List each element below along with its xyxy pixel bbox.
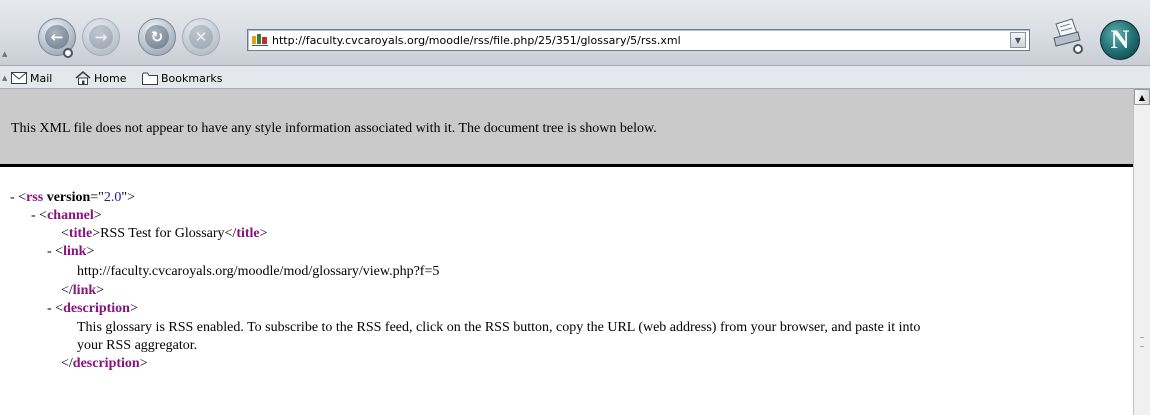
xml-link-close: </link> (61, 283, 105, 298)
xml-title-text: RSS Test for Glossary (100, 226, 225, 241)
xml-rss-open: - <rss version="2.0"> (10, 190, 136, 205)
page-content: This XML file does not appear to have an… (0, 89, 1133, 415)
xml-tag-name: description (63, 301, 130, 316)
netscape-throbber-icon[interactable]: N (1100, 20, 1140, 60)
bookmarks-folder-icon (142, 72, 158, 85)
collapse-toggle[interactable]: - (47, 244, 52, 259)
mail-icon (11, 72, 27, 84)
vertical-scrollbar[interactable]: ▲ (1133, 89, 1150, 415)
mail-label: Mail (30, 71, 53, 85)
xml-style-notice: This XML file does not appear to have an… (0, 89, 1133, 167)
xml-description-open: - <description> (47, 301, 138, 316)
collapse-toggle[interactable]: - (47, 301, 52, 316)
xml-tag-name: link (63, 244, 87, 259)
back-arrow-icon: ← (45, 25, 69, 49)
reload-button[interactable]: ↻ (138, 18, 176, 56)
personal-toolbar-grip-icon[interactable]: ▲ (2, 74, 10, 82)
xml-link-text: http://faculty.cvcaroyals.org/moodle/mod… (77, 264, 440, 279)
collapse-toggle[interactable]: - (10, 190, 15, 205)
page-favicon-icon (252, 33, 268, 47)
print-button[interactable] (1050, 16, 1084, 56)
bookmarks-label: Bookmarks (161, 71, 223, 85)
xml-attribute-name: version (46, 190, 91, 205)
xml-attribute-value: 2.0 (103, 190, 122, 205)
url-input[interactable] (272, 31, 1010, 49)
navigation-toolbar: ▲ ← → ↻ ✕ ▼ N (0, 0, 1150, 66)
collapse-toggle[interactable]: - (31, 208, 36, 223)
xml-style-notice-text: This XML file does not appear to have an… (11, 121, 657, 136)
xml-title-element: <title>RSS Test for Glossary</title> (61, 226, 268, 241)
home-label: Home (94, 71, 127, 85)
xml-description-text-line-1: This glossary is RSS enabled. To subscri… (77, 320, 921, 335)
home-icon (75, 71, 91, 85)
forward-arrow-icon: → (89, 25, 113, 49)
xml-tag-name: description (72, 356, 140, 371)
xml-link-open: - <link> (47, 244, 95, 259)
print-icon (1053, 18, 1083, 54)
xml-tag-name: title (68, 226, 93, 241)
xml-description-close: </description> (61, 356, 148, 371)
personal-toolbar: ▲ Mail Home Bookmarks (0, 66, 1150, 89)
home-button[interactable]: Home (75, 70, 126, 86)
xml-tag-name: rss (26, 190, 44, 205)
throbber-letter: N (1110, 25, 1130, 54)
toolbar-grip-icon[interactable]: ▲ (2, 50, 10, 58)
bookmarks-button[interactable]: Bookmarks (142, 70, 222, 86)
xml-tag-name: title (236, 226, 260, 241)
stop-button[interactable]: ✕ (182, 18, 220, 56)
stop-icon: ✕ (189, 25, 213, 49)
address-bar[interactable]: ▼ (247, 29, 1030, 51)
xml-channel-open: - <channel> (31, 208, 102, 223)
mail-button[interactable]: Mail (11, 70, 52, 86)
forward-button[interactable]: → (82, 18, 120, 56)
xml-tag-name: link (72, 283, 97, 298)
xml-tag-name: channel (47, 208, 94, 223)
scrollbar-grip[interactable] (1140, 337, 1144, 347)
scroll-up-arrow-icon[interactable]: ▲ (1134, 89, 1150, 105)
back-history-dropdown-icon[interactable] (63, 48, 73, 58)
reload-icon: ↻ (145, 25, 169, 49)
xml-description-text-line-2: your RSS aggregator. (77, 338, 198, 353)
url-history-dropdown-icon[interactable]: ▼ (1010, 32, 1026, 48)
